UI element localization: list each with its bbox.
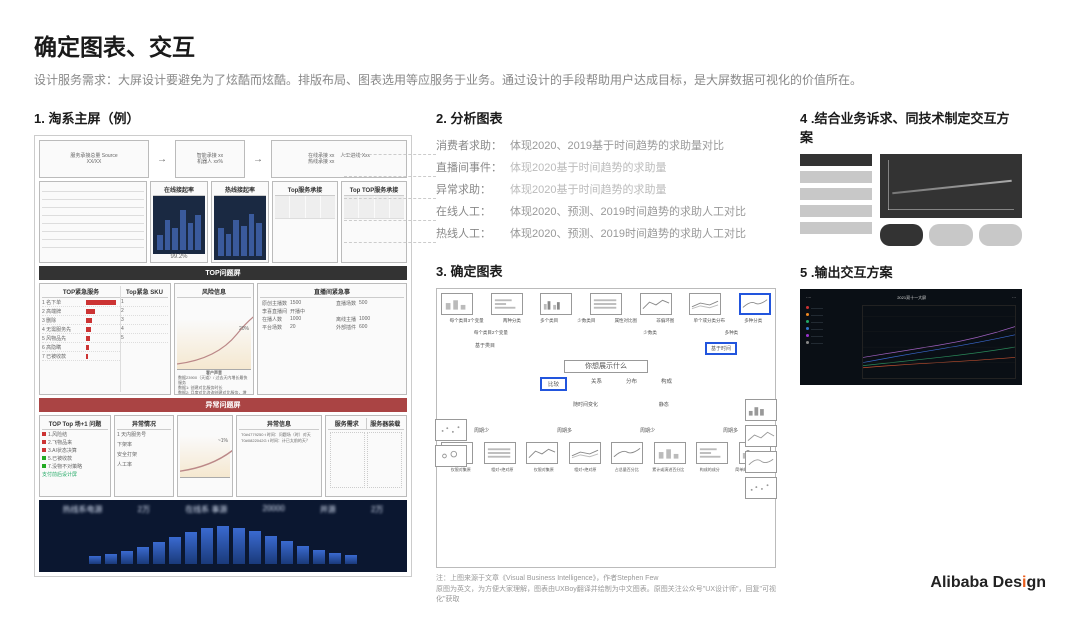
analysis-list: 消费者求助：体现2020、2019基于时间趋势的求助量对比直播间事件：体现202… [436, 135, 776, 245]
wf-pill [979, 224, 1022, 246]
dash-rate-a: 在线接起率 99.2% [150, 181, 208, 263]
chart-type-icon [491, 293, 523, 315]
footer-bar [89, 556, 101, 564]
footer-bar [217, 526, 229, 565]
side-icon-b [745, 425, 777, 447]
footer-bar [121, 551, 133, 564]
analysis-row: 异常求助：体现2020基于时间趋势的求助量 [436, 179, 776, 201]
analysis-row: 热线人工：体现2020、预测、2019时间趋势的求助人工对比 [436, 223, 776, 245]
connector-line [344, 242, 436, 243]
chart-type-icon [654, 442, 686, 464]
connector-line [344, 176, 436, 177]
chart-type-icon [569, 442, 601, 464]
dash-abn-curve: ~1% [177, 415, 233, 497]
side-icon-d [745, 477, 777, 499]
chart-type-icon [689, 293, 721, 315]
chart-chooser: 每个类目3个变量两种分类多个类目少数类目属性对比图非偏环图单个或分类分布多种分类… [436, 288, 776, 568]
section-3-heading: 3. 确定图表 [436, 261, 776, 280]
dash-online-box: 在线承接 xx热线承接 xx 人工进线 Xxx [271, 140, 407, 178]
dash-abn-status: 异常情况 1 天内服务号 下架率 安全打架 人工率 [114, 415, 174, 497]
side-icon-f [435, 445, 467, 467]
wf-row [800, 205, 872, 217]
dash-smart-box: 智能承接 xx 机器人 xx% [175, 140, 245, 178]
chart-type-icon [590, 293, 622, 315]
dash-table [39, 181, 147, 263]
chart-type-icon [696, 442, 728, 464]
dash-banner-abnormal: 异常问题屏 [39, 398, 407, 412]
interaction-wireframe [800, 154, 1022, 246]
side-icon-a [745, 399, 777, 421]
wf-row [800, 222, 872, 234]
footer-bar [185, 532, 197, 564]
chart-type-icon [540, 293, 572, 315]
footer-bar [281, 541, 293, 565]
side-icon-e [435, 419, 467, 441]
footer-bar [345, 555, 357, 564]
dash-top-a: Top服务承接 [272, 181, 338, 263]
chart-type-icon [484, 442, 516, 464]
chooser-option: 构成 [661, 377, 672, 385]
footer-bar [233, 528, 245, 565]
output-scheme: ····2021双十一大屏··· ——— ——— ——— ——— ——— ——— [800, 289, 1022, 385]
footer-bar [169, 537, 181, 564]
chart-type-icon [441, 293, 473, 315]
analysis-row: 消费者求助：体现2020、2019基于时间趋势的求助量对比 [436, 135, 776, 157]
section-5-heading: 5 .输出交互方案 [800, 262, 1022, 281]
wf-row [800, 171, 872, 183]
wf-pill [929, 224, 972, 246]
chart-type-icon [611, 442, 643, 464]
dashboard-example: 服务承接总量 Source XX/XX → 智能承接 xx 机器人 xx% → … [34, 135, 412, 577]
footer-bar [105, 554, 117, 564]
dash-banner-top: TOP问题屏 [39, 266, 407, 280]
brand-logo: Alibaba Design [930, 574, 1046, 592]
section-2-heading: 2. 分析图表 [436, 108, 776, 127]
chooser-option: 关系 [591, 377, 602, 385]
connector-line [344, 198, 436, 199]
arrow-icon: → [248, 140, 268, 178]
dash-abn-need: 服务需求 服务器装载 [325, 415, 407, 497]
footer-bar [137, 547, 149, 564]
side-icon-c [745, 451, 777, 473]
footer-bar [249, 531, 261, 565]
wf-row-active [800, 154, 872, 166]
dash-rate-b: 热线接起率 [211, 181, 269, 263]
dash-top-b: Top TOP服务承接 [341, 181, 407, 263]
chooser-footnote: 注：上图来源于文章《Visual Business Intelligence》，… [436, 574, 776, 606]
wf-pill-active [880, 224, 923, 246]
section-4-heading: 4 .结合业务诉求、同技术制定交互方案 [800, 108, 1022, 146]
footer-bar [153, 542, 165, 564]
dash-top-list: TOP紧急服务 1 名下单 2 高端牌 3 删除 4 无需服务先 5 风物品先 … [39, 283, 171, 395]
footer-bar [313, 550, 325, 565]
section-1-heading: 1. 淘系主屏（例） [34, 108, 412, 127]
analysis-row: 直播间事件：体现2020基于时间趋势的求助量 [436, 157, 776, 179]
page-title: 确定图表、交互 [34, 28, 1046, 62]
footer-bar [265, 536, 277, 565]
chooser-center: 你想展示什么 [564, 360, 648, 373]
arrow-icon: → [152, 140, 172, 178]
dash-abn-info: 异常信息 T0#4779250 t 时间：问题场（时）对天 T0#0822042… [236, 415, 322, 497]
chart-type-icon [739, 293, 771, 315]
footer-bar [297, 546, 309, 565]
chooser-option: 分布 [626, 377, 637, 385]
page-subtitle: 设计服务需求：大屏设计要避免为了炫酷而炫酷。排版布局、图表选用等应服务于业务。通… [34, 70, 1046, 90]
chart-type-icon [526, 442, 558, 464]
chart-type-icon [640, 293, 672, 315]
dash-risk: 风险信息 20% 客户声音 数据23900（天道）/ 过去天内增长最快服务 数据… [174, 283, 254, 395]
footer-bar [201, 528, 213, 564]
chooser-option: 比较 [540, 377, 567, 391]
dash-abn-list: TOP Top 场+1 问题 1.风险结 2.飞物品来 3.AI状态决算 5.已… [39, 415, 111, 497]
wf-chart-area [880, 154, 1022, 218]
connector-line [344, 220, 436, 221]
footer-bar [329, 553, 341, 564]
dash-footer-chart: 热线系电源2万 在线系 事源20000 并源2万 [39, 500, 407, 572]
wf-row [800, 188, 872, 200]
connector-line [344, 154, 436, 155]
dash-live: 直播间紧急事 原创主播数1500 直播场数500 李喜直播间开播中 在播人数10… [257, 283, 407, 395]
analysis-row: 在线人工：体现2020、预测、2019时间趋势的求助人工对比 [436, 201, 776, 223]
dash-source-box: 服务承接总量 Source XX/XX [39, 140, 149, 178]
